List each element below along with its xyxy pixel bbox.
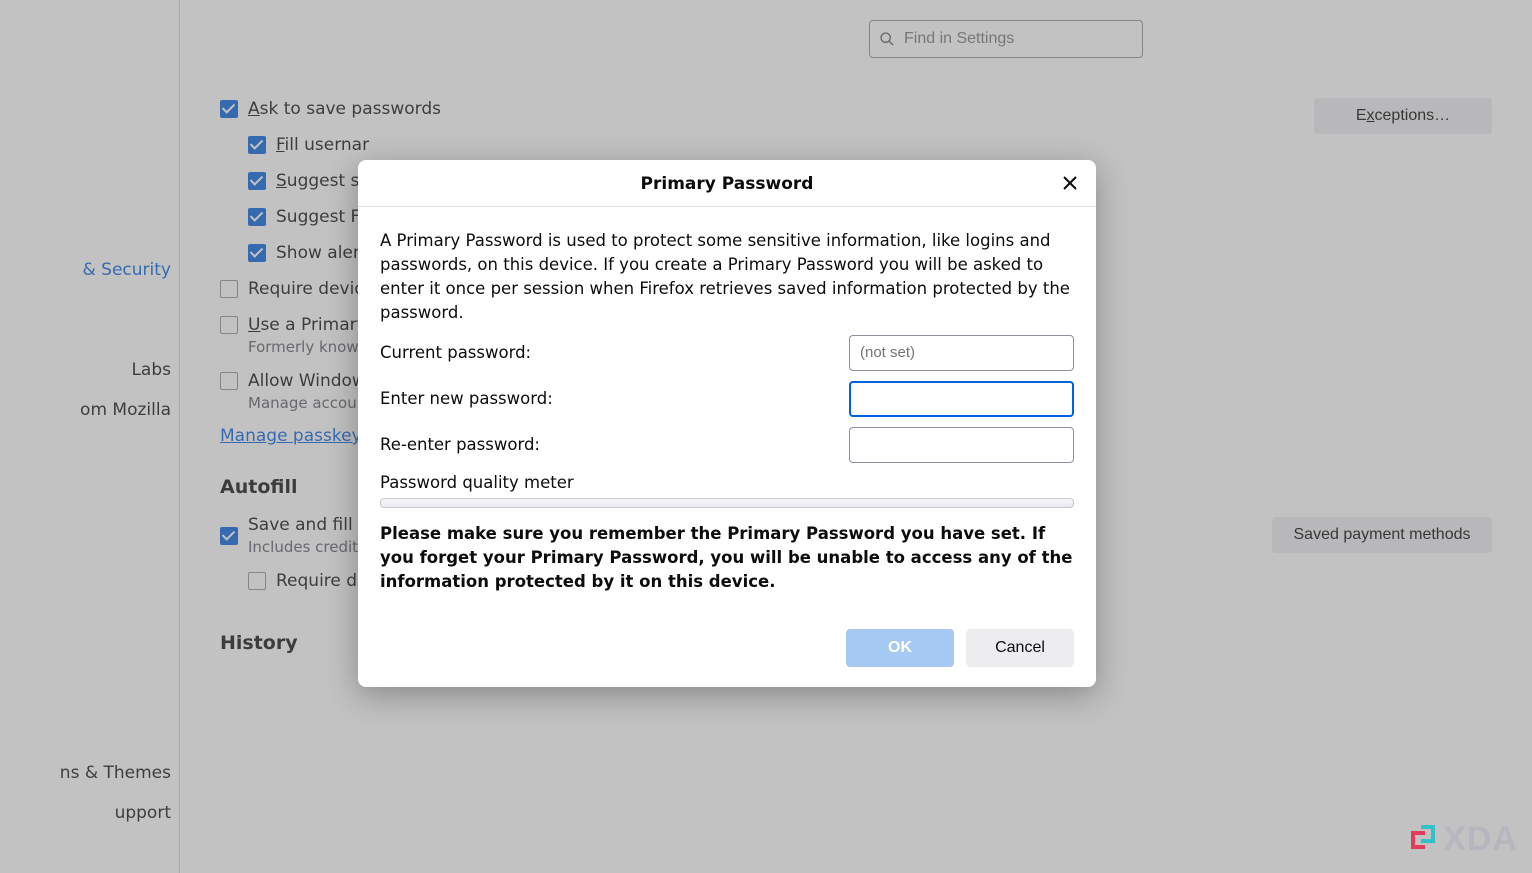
input-new-password[interactable]: [849, 381, 1074, 417]
label-quality-meter: Password quality meter: [380, 473, 1074, 492]
label-new-password: Enter new password:: [380, 389, 849, 408]
label-reenter-password: Re-enter password:: [380, 435, 849, 454]
primary-password-dialog: Primary Password A Primary Password is u…: [358, 160, 1096, 687]
cancel-button[interactable]: Cancel: [966, 629, 1074, 667]
label-current-password: Current password:: [380, 343, 849, 362]
input-reenter-password[interactable]: [849, 427, 1074, 463]
ok-button[interactable]: OK: [846, 629, 954, 667]
close-icon: [1062, 175, 1078, 191]
input-current-password: [849, 335, 1074, 371]
xda-watermark: XDA: [1411, 820, 1518, 859]
password-quality-meter: [380, 498, 1074, 508]
xda-logo-icon: [1411, 825, 1441, 855]
dialog-warning: Please make sure you remember the Primar…: [380, 522, 1074, 594]
dialog-description: A Primary Password is used to protect so…: [380, 229, 1074, 325]
modal-overlay: Primary Password A Primary Password is u…: [0, 0, 1532, 873]
dialog-title: Primary Password: [641, 174, 814, 194]
close-button[interactable]: [1058, 171, 1082, 195]
